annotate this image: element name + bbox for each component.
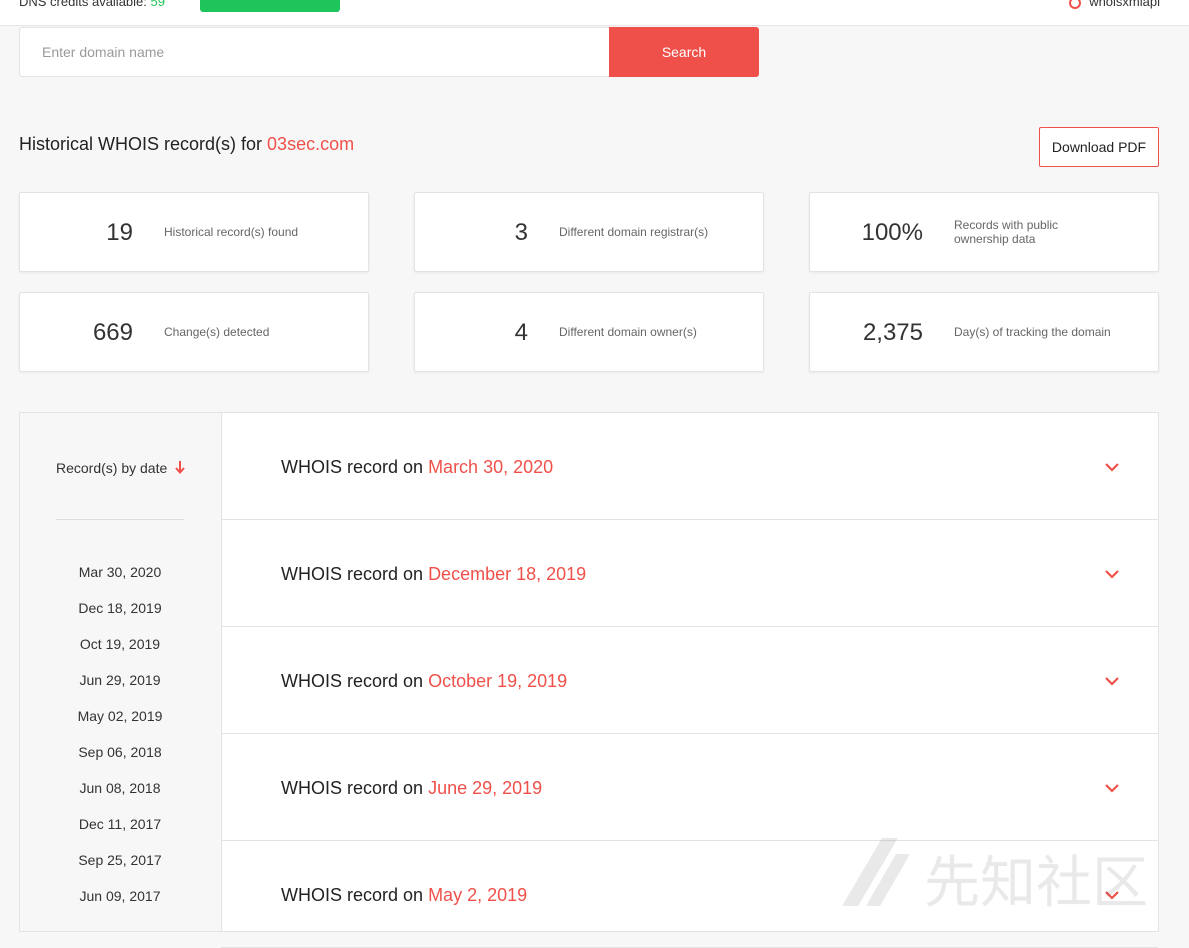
page-title-prefix: Historical WHOIS record(s) for <box>19 134 263 154</box>
stat-label: Change(s) detected <box>164 325 270 339</box>
stat-card-changes: 669 Change(s) detected <box>19 292 369 372</box>
record-list: WHOIS record on March 30, 2020 WHOIS rec… <box>221 413 1158 948</box>
stat-card-records: 19 Historical record(s) found <box>19 192 369 272</box>
date-list-item[interactable]: Oct 19, 2019 <box>20 635 220 671</box>
whois-record-row[interactable]: WHOIS record on March 30, 2020 <box>221 413 1158 520</box>
stat-card-public-ownership: 100% Records with public ownership data <box>809 192 1159 272</box>
date-list-item[interactable]: May 02, 2019 <box>20 707 220 743</box>
record-title: WHOIS record on December 18, 2019 <box>281 564 586 585</box>
date-list-item[interactable]: Mar 30, 2020 <box>20 563 220 599</box>
download-pdf-button[interactable]: Download PDF <box>1039 127 1159 167</box>
stat-value: 2,375 <box>862 319 923 346</box>
stat-label: Different domain registrar(s) <box>559 225 709 239</box>
record-title-prefix: WHOIS record on <box>281 671 424 691</box>
whois-record-row[interactable]: WHOIS record on October 19, 2019 <box>221 627 1158 734</box>
date-list-item[interactable]: Jun 09, 2017 <box>20 887 220 923</box>
page-title: Historical WHOIS record(s) for 03sec.com <box>19 134 354 155</box>
buy-credits-button[interactable] <box>200 0 340 12</box>
page-title-domain: 03sec.com <box>267 134 355 154</box>
stat-value: 669 <box>92 319 133 346</box>
arrow-down-icon[interactable] <box>170 457 190 477</box>
date-list: Mar 30, 2020 Dec 18, 2019 Oct 19, 2019 J… <box>20 563 220 923</box>
dns-credits-count: 59 <box>150 0 165 9</box>
whois-record-row[interactable]: WHOIS record on December 18, 2019 <box>221 520 1158 627</box>
search-input[interactable] <box>19 27 609 77</box>
stat-value: 3 <box>514 219 528 246</box>
stat-label: Historical record(s) found <box>164 225 299 239</box>
date-list-item[interactable]: Sep 06, 2018 <box>20 743 220 779</box>
chevron-down-icon[interactable] <box>1104 889 1120 901</box>
dns-credits-label: DNS credits available: <box>19 0 147 9</box>
dns-credits: DNS credits available: 59 <box>19 0 165 9</box>
whois-record-row[interactable]: WHOIS record on May 2, 2019 <box>221 841 1158 948</box>
record-date: May 2, 2019 <box>428 885 528 905</box>
chevron-down-icon[interactable] <box>1104 461 1120 473</box>
account-name: whoisxmlapi <box>1089 0 1160 9</box>
whois-record-row[interactable]: WHOIS record on June 29, 2019 <box>221 734 1158 841</box>
date-list-item[interactable]: Jun 08, 2018 <box>20 779 220 815</box>
stat-label: Different domain owner(s) <box>559 325 697 339</box>
stat-label: Records with public ownership data <box>954 218 1059 246</box>
date-list-item[interactable]: Sep 25, 2017 <box>20 851 220 887</box>
record-date: December 18, 2019 <box>428 564 587 584</box>
records-panel: Record(s) by date Mar 30, 2020 Dec 18, 2… <box>19 412 1159 948</box>
stat-card-owners: 4 Different domain owner(s) <box>414 292 764 372</box>
date-sidebar: Record(s) by date Mar 30, 2020 Dec 18, 2… <box>20 413 222 931</box>
stat-card-registrars: 3 Different domain registrar(s) <box>414 192 764 272</box>
stat-value: 19 <box>106 219 133 246</box>
user-icon <box>1069 0 1082 9</box>
chevron-down-icon[interactable] <box>1104 782 1120 794</box>
record-title-prefix: WHOIS record on <box>281 778 424 798</box>
date-list-item[interactable]: Dec 11, 2017 <box>20 815 220 851</box>
record-date: March 30, 2020 <box>428 457 554 477</box>
chevron-down-icon[interactable] <box>1104 675 1120 687</box>
record-title-prefix: WHOIS record on <box>281 564 424 584</box>
stat-label: Day(s) of tracking the domain <box>954 325 1111 339</box>
record-title-prefix: WHOIS record on <box>281 885 424 905</box>
stat-value: 4 <box>514 319 528 346</box>
stat-value: 100% <box>861 219 923 246</box>
date-list-item[interactable]: Jun 29, 2019 <box>20 671 220 707</box>
record-date: October 19, 2019 <box>428 671 568 691</box>
sidebar-divider <box>56 519 184 520</box>
sort-by-date-toggle[interactable]: Record(s) by date <box>56 460 186 476</box>
record-title-prefix: WHOIS record on <box>281 457 424 477</box>
record-title: WHOIS record on October 19, 2019 <box>281 671 567 692</box>
stat-card-tracking-days: 2,375 Day(s) of tracking the domain <box>809 292 1159 372</box>
record-title: WHOIS record on June 29, 2019 <box>281 778 542 799</box>
record-title: WHOIS record on May 2, 2019 <box>281 885 527 906</box>
chevron-down-icon[interactable] <box>1104 568 1120 580</box>
search-button[interactable]: Search <box>609 27 759 77</box>
date-list-item[interactable]: Dec 18, 2019 <box>20 599 220 635</box>
account-menu[interactable]: whoisxmlapi <box>1069 0 1160 9</box>
record-title: WHOIS record on March 30, 2020 <box>281 457 553 478</box>
record-date: June 29, 2019 <box>428 778 543 798</box>
sidebar-header-label: Record(s) by date <box>56 460 168 476</box>
top-bar: DNS credits available: 59 whoisxmlapi <box>0 0 1189 26</box>
